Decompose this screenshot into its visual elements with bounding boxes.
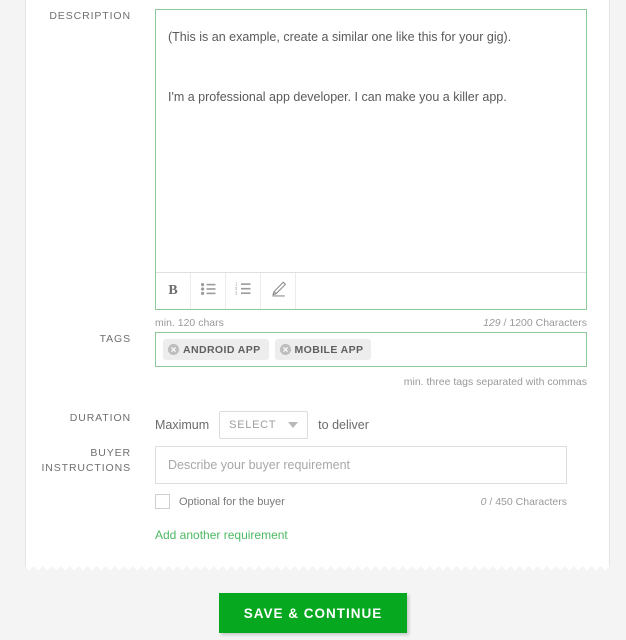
buyer-instructions-label: BUYER INSTRUCTIONS: [26, 446, 131, 544]
svg-text:3: 3: [235, 291, 238, 295]
tags-row: TAGS ANDROID APP MOBILE APP min. three t…: [26, 332, 611, 388]
buyer-instructions-field: Optional for the buyer 0 / 450 Character…: [155, 446, 611, 544]
tag-label: MOBILE APP: [294, 343, 364, 356]
add-another-requirement-link[interactable]: Add another requirement: [155, 528, 288, 542]
save-and-continue-button[interactable]: SAVE & CONTINUE: [219, 593, 407, 633]
tags-helper-text: min. three tags separated with commas: [403, 376, 587, 388]
buyer-instructions-label-line1: BUYER: [90, 447, 131, 459]
torn-paper-edge: [25, 565, 610, 577]
description-field: B: [155, 9, 611, 329]
numbered-list-icon: 1 2 3: [235, 282, 251, 300]
buyer-instructions-label-line2: INSTRUCTIONS: [41, 462, 131, 474]
duration-suffix-text: to deliver: [318, 418, 369, 432]
description-toolbar: B 1 2 3: [156, 272, 586, 309]
duration-select[interactable]: SELECT: [219, 411, 309, 439]
buyer-instructions-sub-line: Optional for the buyer 0 / 450 Character…: [155, 494, 567, 509]
remove-tag-icon[interactable]: [279, 344, 291, 355]
numbered-list-button[interactable]: 1 2 3: [226, 273, 261, 309]
description-counter-total: / 1200 Characters: [500, 317, 587, 329]
description-editor: B: [155, 9, 587, 310]
description-character-counter: 129 / 1200 Characters: [483, 317, 587, 329]
description-row: DESCRIPTION B: [26, 9, 611, 329]
tag-pill: MOBILE APP: [274, 339, 372, 360]
duration-field-wrap: Maximum SELECT to deliver: [155, 411, 611, 439]
buyer-instructions-row: BUYER INSTRUCTIONS Optional for the buye…: [26, 446, 611, 544]
buyer-counter-total: / 450 Characters: [486, 495, 567, 508]
bullet-list-button[interactable]: [191, 273, 226, 309]
tag-label: ANDROID APP: [183, 343, 261, 356]
buyer-character-counter: 0 / 450 Characters: [481, 496, 567, 508]
gig-description-form-card: DESCRIPTION B: [25, 0, 610, 572]
description-helper-line: min. 120 chars 129 / 1200 Characters: [155, 317, 587, 329]
tags-label: TAGS: [99, 333, 131, 345]
description-textarea[interactable]: [156, 10, 586, 267]
bullet-list-icon: [200, 282, 216, 300]
buyer-requirement-input[interactable]: [155, 446, 567, 484]
duration-label: DURATION: [69, 412, 131, 424]
tags-input[interactable]: ANDROID APP MOBILE APP: [155, 332, 587, 367]
optional-for-buyer-group[interactable]: Optional for the buyer: [155, 494, 285, 509]
bold-button[interactable]: B: [156, 273, 191, 309]
remove-tag-icon[interactable]: [168, 344, 179, 355]
chevron-down-icon: [288, 422, 299, 428]
tag-pill: ANDROID APP: [163, 339, 269, 360]
description-counter-current: 129: [483, 317, 501, 329]
duration-prefix-text: Maximum: [155, 418, 210, 432]
highlighter-icon: [270, 281, 287, 302]
optional-for-buyer-checkbox[interactable]: [155, 494, 170, 509]
optional-for-buyer-label: Optional for the buyer: [179, 495, 285, 508]
bold-icon: B: [168, 283, 178, 298]
description-min-chars-text: min. 120 chars: [155, 317, 224, 329]
duration-row: DURATION Maximum SELECT to deliver: [26, 411, 611, 439]
duration-field: Maximum SELECT to deliver: [155, 411, 611, 439]
description-label: DESCRIPTION: [49, 10, 131, 22]
duration-select-value: SELECT: [229, 419, 277, 431]
highlighter-button[interactable]: [261, 273, 296, 309]
tags-field: ANDROID APP MOBILE APP min. three tags s…: [155, 332, 611, 388]
